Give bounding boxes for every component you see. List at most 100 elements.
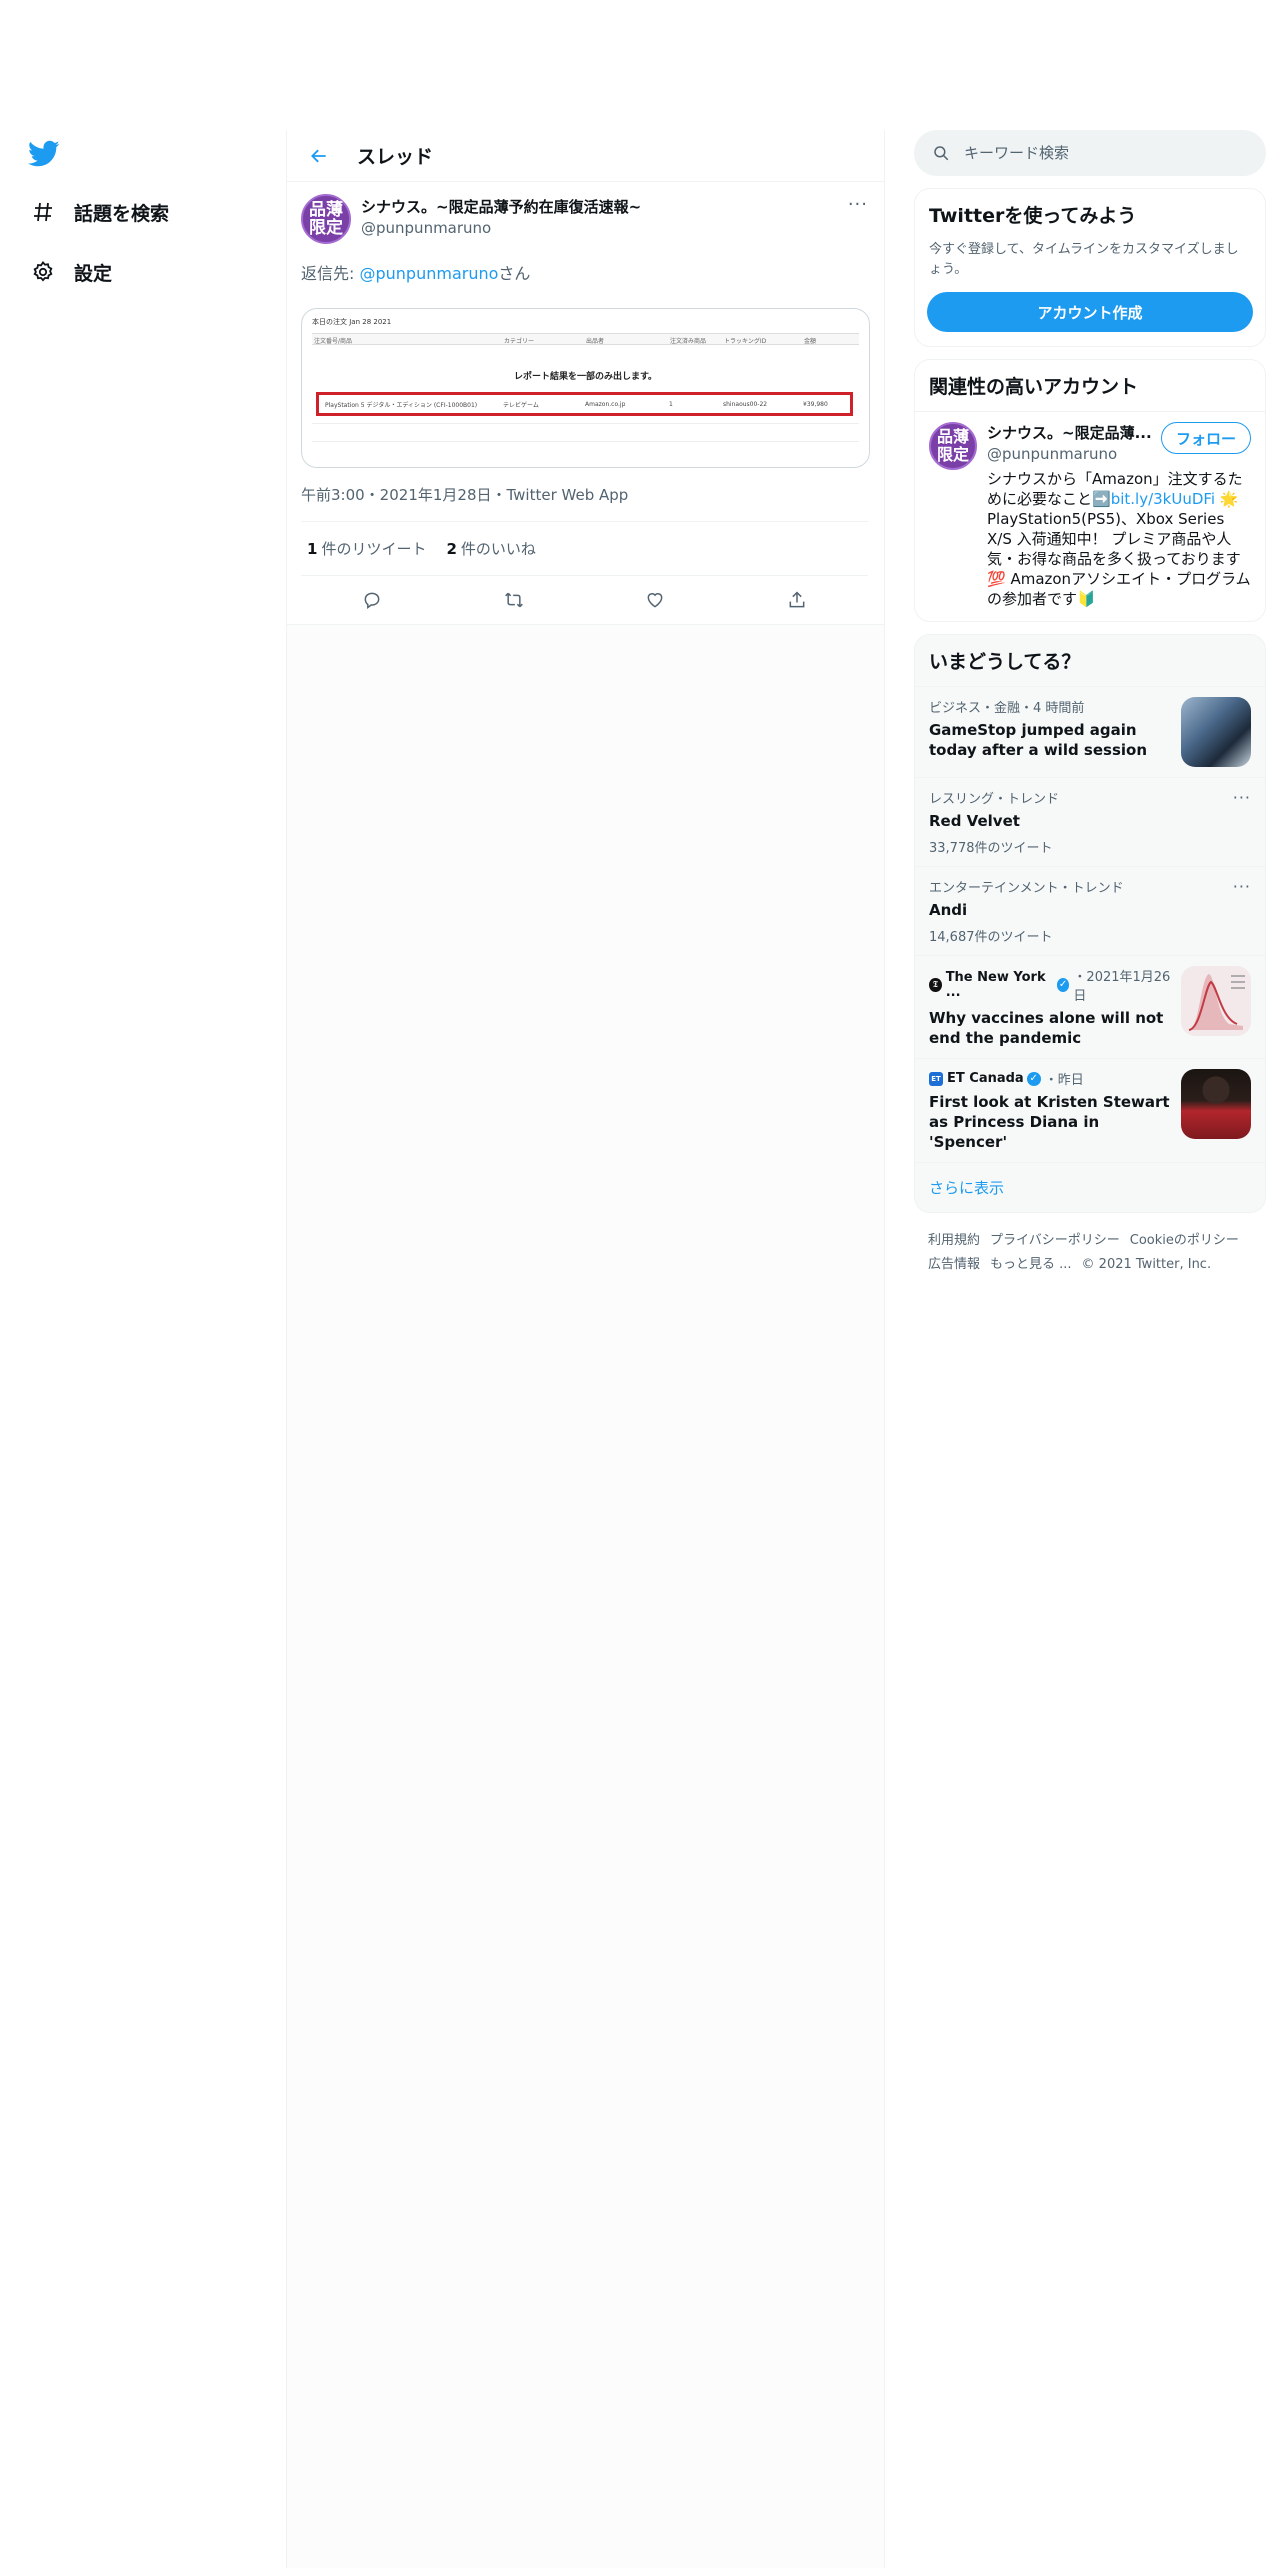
related-user[interactable]: 品薄限定 シナウス。~限定品薄... @punpunmaruno フォロー シナ… bbox=[915, 411, 1265, 621]
nav-item-explore[interactable]: 話題を検索 bbox=[28, 192, 169, 232]
avatar[interactable]: 品薄限定 bbox=[929, 422, 977, 470]
likes-stat[interactable]: 2 件のいいね bbox=[446, 538, 535, 559]
trend-item[interactable]: ビジネス・金融・4 時間前 GameStop jumped again toda… bbox=[915, 686, 1265, 777]
media-cell: ¥39,980 bbox=[803, 400, 828, 408]
copyright: © 2021 Twitter, Inc. bbox=[1081, 1257, 1212, 1272]
avatar-text: 品薄限定 bbox=[309, 200, 343, 238]
back-button[interactable] bbox=[301, 138, 337, 174]
trend-source-name: The New York ... bbox=[945, 970, 1046, 1000]
retweet-icon bbox=[504, 592, 523, 608]
media-highlighted-row: PlayStation 5 デジタル・エディション (CFI-1000B01) … bbox=[316, 392, 853, 416]
trend-meta: レスリング・トレンド bbox=[929, 792, 1060, 807]
media-col: 出品者 bbox=[586, 338, 605, 345]
thread-column: スレッド 品薄限定 シナウス。~限定品薄予約在庫復活速報~ @punpunmar… bbox=[286, 130, 885, 2568]
like-button[interactable] bbox=[637, 582, 673, 618]
sidebar-right: Twitterを使ってみよう 今すぐ登録して、タイムラインをカスタマイズしましょ… bbox=[914, 130, 1266, 1293]
retweets-stat[interactable]: 1 件のリツイート bbox=[307, 538, 426, 559]
trend-title: First look at Kristen Stewart as Princes… bbox=[929, 1093, 1170, 1151]
tweet-timestamp[interactable]: 午前3:00・2021年1月28日・Twitter Web App bbox=[301, 484, 868, 522]
media-cell: Amazon.co.jp bbox=[585, 400, 626, 408]
media-column-headers: 注文番号/商品 カテゴリー 出品者 注文済み商品 トラッキングID 金額 bbox=[312, 333, 859, 345]
verified-badge-icon: ✓ bbox=[1026, 1071, 1041, 1086]
media-notice: レポート結果を一部のみ出します。 bbox=[513, 372, 658, 382]
media-cell: 1 bbox=[669, 400, 673, 408]
bio-link[interactable]: bit.ly/3kUuDFi bbox=[1111, 490, 1215, 508]
footer-link[interactable]: 広告情報 bbox=[928, 1257, 980, 1272]
more-options-icon[interactable]: ··· bbox=[848, 194, 868, 215]
page-title: スレッド bbox=[357, 146, 434, 168]
footer-link[interactable]: もっと見る ... bbox=[990, 1257, 1072, 1272]
tweet-actions bbox=[301, 576, 868, 624]
search-icon bbox=[934, 146, 949, 161]
search-input[interactable] bbox=[964, 144, 1234, 162]
nav-item-settings[interactable]: 設定 bbox=[28, 252, 112, 292]
trend-title: GameStop jumped again today after a wild… bbox=[929, 721, 1148, 759]
follow-button[interactable]: フォロー bbox=[1160, 422, 1251, 454]
media-cell: shinaous00-22 bbox=[723, 400, 768, 408]
likes-label: 件のいいね bbox=[460, 540, 536, 558]
media-header: 本日の注文 Jan 28 2021 bbox=[312, 318, 392, 326]
avatar[interactable]: 品薄限定 bbox=[301, 194, 351, 244]
author-display-name[interactable]: シナウス。~限定品薄予約在庫復活速報~ bbox=[361, 196, 641, 217]
related-user-handle[interactable]: @punpunmaruno bbox=[987, 445, 1152, 463]
retweet-button[interactable] bbox=[496, 582, 532, 618]
more-options-icon[interactable]: ··· bbox=[1233, 788, 1251, 807]
hashtag-icon bbox=[28, 197, 58, 227]
trend-source-name: ET Canada bbox=[947, 1071, 1024, 1086]
share-button[interactable] bbox=[779, 582, 815, 618]
media-cell: PlayStation 5 デジタル・エディション (CFI-1000B01) bbox=[325, 401, 478, 409]
tweet-image[interactable]: 本日の注文 Jan 28 2021 注文番号/商品 カテゴリー 出品者 注文済み… bbox=[301, 308, 870, 468]
footer-link[interactable]: Cookieのポリシー bbox=[1130, 1233, 1239, 1248]
likes-count: 2 bbox=[446, 540, 457, 558]
more-options-icon[interactable]: ··· bbox=[1233, 877, 1251, 896]
trend-title: Why vaccines alone will not end the pand… bbox=[929, 1009, 1164, 1047]
media-divider bbox=[312, 441, 859, 442]
trend-item[interactable]: レスリング・トレンド Red Velvet 33,778件のツイート ··· bbox=[915, 777, 1265, 866]
trend-thumbnail bbox=[1181, 966, 1251, 1036]
trend-count: 14,687件のツイート bbox=[929, 930, 1053, 945]
trend-item[interactable]: ET ET Canada ✓ ・昨日 First look at Kristen… bbox=[915, 1058, 1265, 1162]
footer-link[interactable]: プライバシーポリシー bbox=[990, 1233, 1120, 1248]
reply-icon bbox=[364, 592, 380, 609]
reply-prefix: 返信先: bbox=[301, 264, 360, 283]
heart-icon bbox=[647, 593, 663, 608]
related-user-name[interactable]: シナウス。~限定品薄... bbox=[987, 422, 1152, 443]
trend-item[interactable]: 𝕿 The New York ... ✓ ・2021年1月26日 Why vac… bbox=[915, 955, 1265, 1058]
twitter-logo-icon[interactable] bbox=[28, 140, 62, 170]
trend-source: ET ET Canada ✓ ・昨日 bbox=[929, 1069, 1173, 1088]
avatar-text: 品薄限定 bbox=[936, 427, 969, 464]
reply-to: 返信先: @punpunmarunoさん bbox=[301, 260, 868, 284]
trend-title: Red Velvet bbox=[929, 812, 1020, 830]
trend-title: Andi bbox=[929, 901, 968, 919]
media-col: 注文番号/商品 bbox=[314, 338, 353, 345]
show-more-link[interactable]: さらに表示 bbox=[915, 1162, 1265, 1212]
trend-meta: ビジネス・金融・4 時間前 bbox=[929, 701, 1085, 716]
related-accounts-card: 関連性の高いアカウント 品薄限定 シナウス。~限定品薄... @punpunma… bbox=[914, 359, 1266, 622]
trend-item[interactable]: エンターテインメント・トレンド Andi 14,687件のツイート ··· bbox=[915, 866, 1265, 955]
footer: 利用規約 プライバシーポリシー Cookieのポリシー 広告情報 もっと見る ... ©… bbox=[914, 1213, 1266, 1293]
media-col: カテゴリー bbox=[504, 338, 535, 345]
search-box[interactable] bbox=[914, 130, 1266, 176]
media-col: 金額 bbox=[804, 338, 817, 345]
tweet-header: 品薄限定 シナウス。~限定品薄予約在庫復活速報~ @punpunmaruno ·… bbox=[301, 194, 868, 244]
trend-count: 33,778件のツイート bbox=[929, 841, 1053, 856]
share-icon bbox=[789, 591, 805, 608]
verified-badge-icon: ✓ bbox=[1056, 978, 1070, 992]
signup-card: Twitterを使ってみよう 今すぐ登録して、タイムラインをカスタマイズしましょ… bbox=[914, 188, 1266, 347]
trend-time: ・2021年1月26日 bbox=[1073, 970, 1171, 1004]
footer-link[interactable]: 利用規約 bbox=[928, 1233, 980, 1248]
author-handle[interactable]: @punpunmaruno bbox=[361, 219, 641, 237]
nav-settings-label: 設定 bbox=[74, 262, 113, 285]
reply-suffix: さん bbox=[498, 264, 531, 283]
trend-source: 𝕿 The New York ... ✓ ・2021年1月26日 bbox=[929, 966, 1173, 1004]
arrow-left-icon bbox=[311, 149, 326, 162]
media-col: 注文済み商品 bbox=[670, 338, 707, 345]
tweet: 品薄限定 シナウス。~限定品薄予約在庫復活速報~ @punpunmaruno ·… bbox=[287, 182, 884, 625]
media-col: トラッキングID bbox=[724, 338, 767, 345]
signup-title: Twitterを使ってみよう bbox=[929, 205, 1137, 227]
trends-title: いまどうしてる？ bbox=[929, 651, 1081, 673]
reply-button[interactable] bbox=[354, 582, 390, 618]
reply-mention-link[interactable]: @punpunmaruno bbox=[359, 264, 498, 283]
create-account-button[interactable]: アカウント作成 bbox=[927, 292, 1253, 332]
retweets-label: 件のリツイート bbox=[321, 540, 427, 558]
